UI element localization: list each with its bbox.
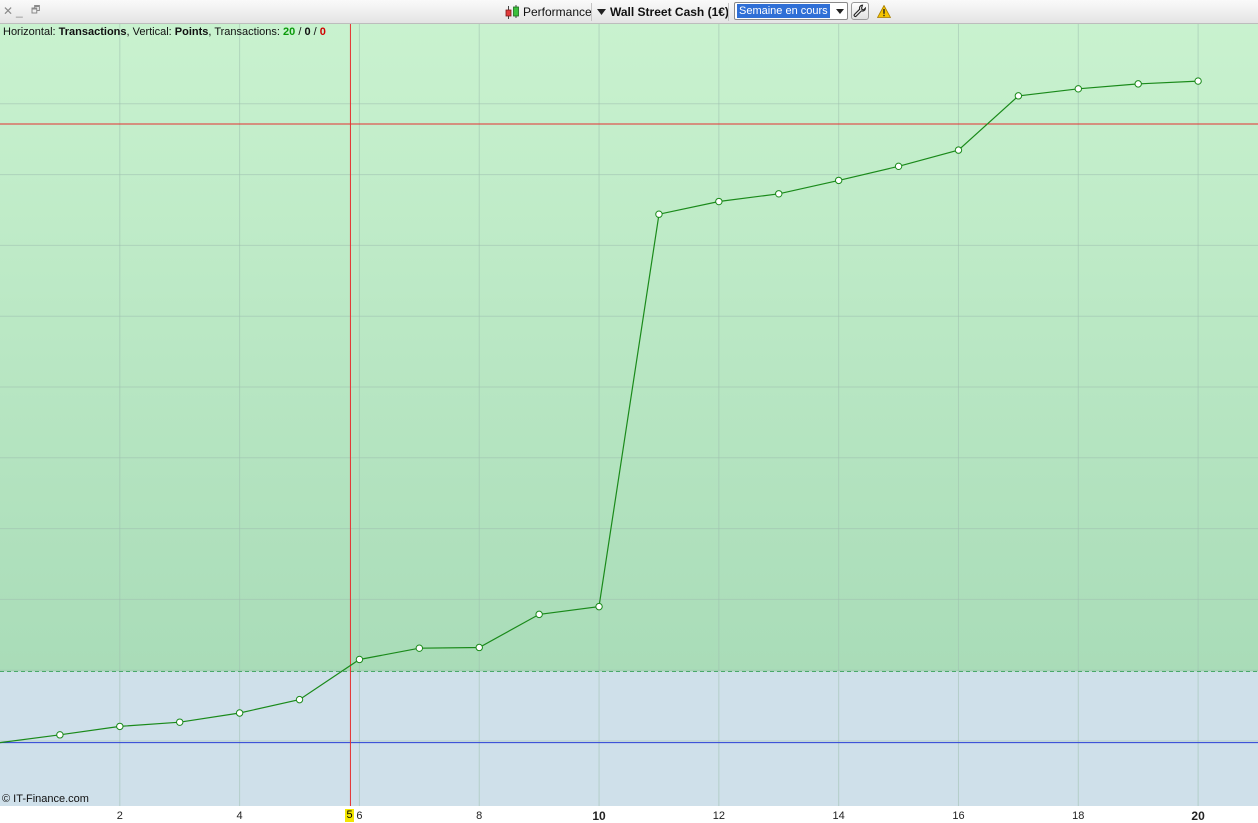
data-point[interactable] <box>56 731 64 739</box>
horizontal-prefix: Horizontal: <box>3 26 59 38</box>
minimize-icon[interactable]: _ <box>16 4 23 18</box>
x-tick-label: 12 <box>712 810 725 822</box>
x-tick-label: 2 <box>116 810 123 822</box>
data-point[interactable] <box>715 197 723 206</box>
data-point[interactable] <box>1194 77 1202 85</box>
chart-info-bar: Horizontal: Transactions, Vertical: Poin… <box>3 26 326 38</box>
performance-chart[interactable] <box>0 24 1258 806</box>
period-select[interactable]: Semaine en cours <box>734 2 848 20</box>
chevron-down-icon <box>836 8 844 14</box>
instrument-label: Wall Street Cash (1€) <box>610 5 729 19</box>
data-point[interactable] <box>535 610 543 619</box>
x-tick-label: 20 <box>1191 809 1205 823</box>
data-point[interactable] <box>355 655 364 664</box>
settings-button[interactable] <box>851 2 869 20</box>
dropdown-triangle-icon <box>597 9 606 15</box>
copyright: © IT-Finance.com <box>2 793 89 805</box>
period-select-value: Semaine en cours <box>737 4 830 18</box>
data-point[interactable] <box>775 190 783 198</box>
data-point[interactable] <box>295 695 304 704</box>
horizontal-value: Transactions <box>58 26 127 38</box>
profit-zone <box>0 24 1258 672</box>
x-tick-label: 10 <box>592 809 606 823</box>
data-point[interactable] <box>176 718 184 726</box>
transactions-prefix: , Transactions: <box>208 26 284 38</box>
x-tick-label: 6 <box>356 810 363 822</box>
x-tick-label: 16 <box>952 810 965 822</box>
x-tick-label: 8 <box>476 810 483 822</box>
performance-label: Performance <box>523 5 592 19</box>
close-icon[interactable]: ✕ <box>3 4 13 18</box>
transactions-won: 20 <box>283 26 296 38</box>
data-point[interactable] <box>954 146 963 154</box>
x-axis: 5 2 4 6 8 10 12 14 16 18 20 <box>0 806 1258 823</box>
transactions-separator: / <box>310 26 320 38</box>
data-point[interactable] <box>595 602 603 611</box>
data-point[interactable] <box>894 162 903 171</box>
data-point[interactable] <box>1134 80 1142 88</box>
toolbar: ✕ _ 🗗 Performance Wall Street Cash (1€) … <box>0 0 1258 24</box>
data-point[interactable] <box>475 643 483 652</box>
candlestick-icon <box>505 4 519 19</box>
restore-icon[interactable]: 🗗 <box>31 4 40 18</box>
vertical-prefix: , Vertical: <box>126 26 175 38</box>
data-point[interactable] <box>1074 85 1082 93</box>
data-point[interactable] <box>655 210 663 218</box>
toolbar-separator <box>591 3 592 21</box>
cursor-x-label: 5 <box>345 809 354 822</box>
x-tick-label: 14 <box>832 810 845 822</box>
data-point[interactable] <box>235 709 244 717</box>
x-tick-label: 4 <box>236 810 243 822</box>
x-tick-label: 18 <box>1072 810 1085 822</box>
warning-icon[interactable] <box>877 5 891 18</box>
vertical-value: Points <box>174 26 209 38</box>
loss-zone <box>0 671 1258 806</box>
transactions-lost: 0 <box>319 26 326 38</box>
instrument-selector[interactable]: Wall Street Cash (1€) <box>597 4 729 20</box>
wrench-icon <box>853 4 866 17</box>
data-point[interactable] <box>834 176 843 185</box>
toolbar-separator <box>728 3 729 21</box>
performance-button[interactable]: Performance <box>505 4 592 20</box>
data-point[interactable] <box>1014 92 1023 100</box>
data-point[interactable] <box>116 722 124 731</box>
data-point[interactable] <box>415 644 424 652</box>
